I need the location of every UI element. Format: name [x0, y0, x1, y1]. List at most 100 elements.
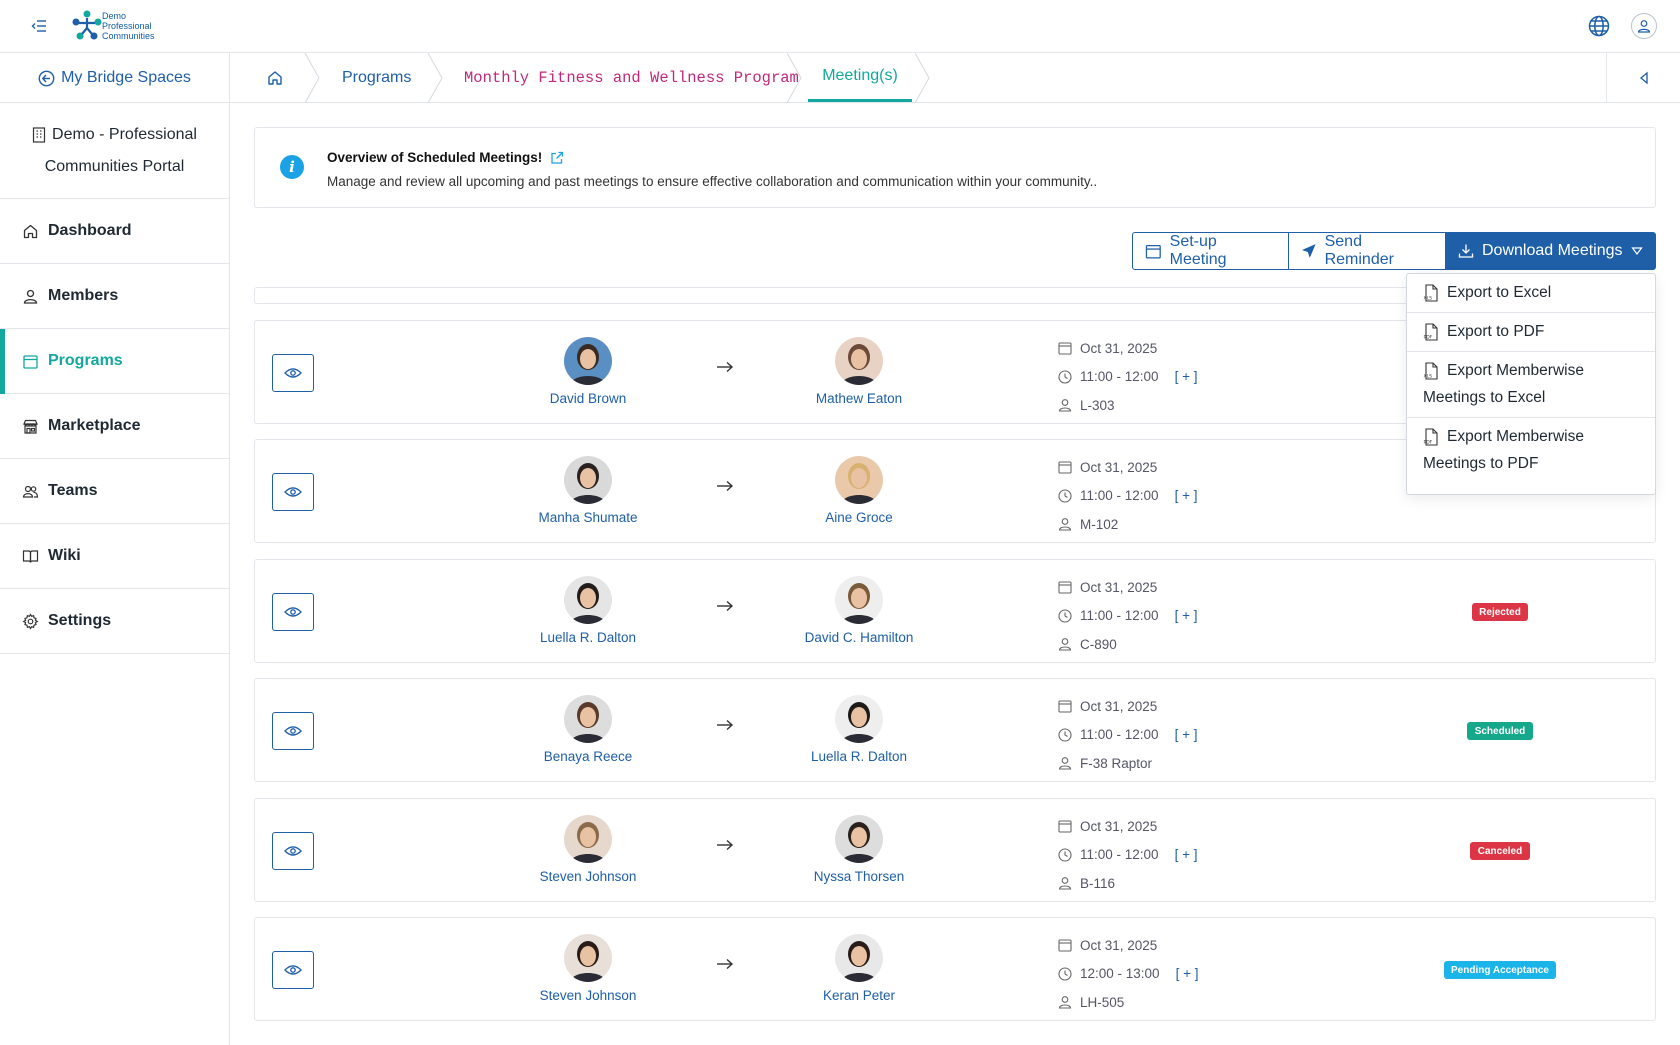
download-dropdown-menu: XLS Export to Excel PDF Export to PDF XLS E… — [1406, 273, 1656, 495]
meeting-actions: Set-up Meeting Send Reminder Download Me… — [1132, 232, 1656, 270]
export-memberwise-pdf-option[interactable]: PDF Export Memberwise Meetings to PDF — [1407, 418, 1655, 483]
sidebar-item-programs[interactable]: Programs — [0, 329, 229, 394]
guest-member[interactable]: Nyssa Thorsen — [769, 815, 949, 884]
host-member[interactable]: Steven Johnson — [498, 815, 678, 884]
host-name: Steven Johnson — [539, 869, 637, 884]
calendar-icon — [22, 353, 39, 370]
view-meeting-button[interactable] — [272, 593, 314, 631]
sidebar-item-teams[interactable]: Teams — [0, 459, 229, 524]
avatar — [564, 815, 612, 863]
info-icon: i — [280, 155, 304, 179]
language-globe-icon[interactable] — [1586, 13, 1612, 39]
host-member[interactable]: Luella R. Dalton — [498, 576, 678, 645]
breadcrumb: My Bridge Spaces Programs Monthly Fitnes… — [0, 53, 1680, 103]
meeting-row: Steven Johnson Keran Peter Oct 31, 2025 … — [254, 917, 1656, 1021]
meeting-row: Benaya Reece Luella R. Dalton Oct 31, 20… — [254, 678, 1656, 782]
guest-member[interactable]: Luella R. Dalton — [769, 695, 949, 764]
export-excel-option[interactable]: XLS Export to Excel — [1407, 274, 1655, 313]
top-bar: Demo Professional Communities — [0, 0, 1680, 53]
calendar-icon — [1145, 244, 1161, 259]
guest-member[interactable]: Aine Groce — [769, 456, 949, 525]
sidebar-item-marketplace[interactable]: Marketplace — [0, 394, 229, 459]
send-reminder-button[interactable]: Send Reminder — [1289, 232, 1446, 270]
setup-meeting-button[interactable]: Set-up Meeting — [1132, 232, 1289, 270]
guest-name: Mathew Eaton — [815, 391, 903, 406]
breadcrumb-home[interactable] — [266, 53, 290, 103]
calendar-icon — [1058, 938, 1072, 952]
add-time-link[interactable]: [ + ] — [1175, 727, 1198, 742]
svg-text:XLS: XLS — [1424, 296, 1433, 302]
view-meeting-button[interactable] — [272, 473, 314, 511]
breadcrumb-meetings[interactable]: Meeting(s) — [808, 53, 912, 102]
sidebar-item-label: Wiki — [48, 547, 81, 564]
host-name: Steven Johnson — [539, 988, 637, 1003]
meeting-time: 12:00 - 13:00 — [1080, 966, 1160, 982]
meeting-details: Oct 31, 2025 11:00 - 12:00 [ + ] C-890 — [1058, 573, 1197, 659]
breadcrumb-separator — [786, 53, 802, 103]
guest-member[interactable]: Mathew Eaton — [769, 337, 949, 406]
host-member[interactable]: Manha Shumate — [498, 456, 678, 525]
guest-name: David C. Hamilton — [804, 630, 914, 645]
sidebar-item-label: Dashboard — [48, 222, 132, 239]
user-icon — [22, 288, 39, 305]
collapse-panel-button[interactable] — [1606, 53, 1680, 103]
host-member[interactable]: David Brown — [498, 337, 678, 406]
user-icon — [1058, 756, 1072, 770]
view-meeting-button[interactable] — [272, 832, 314, 870]
sidebar-item-label: Members — [48, 287, 119, 304]
menu-toggle-icon[interactable] — [30, 16, 50, 36]
home-icon — [22, 223, 39, 240]
add-time-link[interactable]: [ + ] — [1175, 488, 1198, 503]
guest-member[interactable]: Keran Peter — [769, 934, 949, 1003]
sidebar-item-dashboard[interactable]: Dashboard — [0, 199, 229, 264]
meeting-time: 11:00 - 12:00 — [1080, 369, 1159, 385]
sidebar-item-label: Settings — [48, 612, 112, 629]
external-link-icon[interactable] — [550, 151, 564, 165]
arrow-right-icon — [717, 719, 734, 731]
export-pdf-option[interactable]: PDF Export to PDF — [1407, 313, 1655, 352]
meeting-row: Steven Johnson Nyssa Thorsen Oct 31, 202… — [254, 798, 1656, 902]
view-meeting-button[interactable] — [272, 712, 314, 750]
calendar-icon — [1058, 819, 1072, 833]
eye-icon — [284, 607, 302, 617]
logo-text: Demo Professional Communities — [102, 11, 155, 41]
breadcrumb-program-name[interactable]: Monthly Fitness and Wellness Program — [464, 53, 799, 103]
view-meeting-button[interactable] — [272, 951, 314, 989]
sidebar-item-members[interactable]: Members — [0, 264, 229, 329]
my-bridge-spaces-label: My Bridge Spaces — [61, 69, 191, 86]
sidebar-item-wiki[interactable]: Wiki — [0, 524, 229, 589]
eye-icon — [284, 965, 302, 975]
download-meetings-label: Download Meetings — [1482, 242, 1623, 259]
clock-icon — [1058, 728, 1072, 742]
add-time-link[interactable]: [ + ] — [1175, 608, 1198, 623]
breadcrumb-programs[interactable]: Programs — [342, 53, 411, 103]
sidebar: Demo - Professional Communities Portal D… — [0, 103, 230, 1045]
avatar — [835, 815, 883, 863]
meeting-row: Luella R. Dalton David C. Hamilton Oct 3… — [254, 559, 1656, 663]
eye-icon — [284, 487, 302, 497]
view-meeting-button[interactable] — [272, 354, 314, 392]
guest-name: Aine Groce — [825, 510, 893, 525]
my-bridge-spaces-link[interactable]: My Bridge Spaces — [0, 53, 230, 103]
add-time-link[interactable]: [ + ] — [1175, 847, 1198, 862]
user-icon — [1058, 398, 1072, 412]
app-logo[interactable]: Demo Professional Communities — [70, 8, 160, 44]
add-time-link[interactable]: [ + ] — [1175, 369, 1198, 384]
status-badge: Rejected — [1472, 603, 1528, 621]
caret-left-icon — [1639, 71, 1648, 85]
host-member[interactable]: Steven Johnson — [498, 934, 678, 1003]
user-icon — [1058, 995, 1072, 1009]
guest-member[interactable]: David C. Hamilton — [769, 576, 949, 645]
meeting-details: Oct 31, 2025 12:00 - 13:00 [ + ] LH-505 — [1058, 931, 1198, 1017]
user-profile-icon[interactable] — [1631, 13, 1657, 39]
sidebar-item-settings[interactable]: Settings — [0, 589, 229, 654]
download-meetings-button[interactable]: Download Meetings — [1446, 232, 1656, 270]
sidebar-item-label: Teams — [48, 482, 98, 499]
meeting-room: LH-505 — [1080, 994, 1125, 1010]
meeting-date: Oct 31, 2025 — [1080, 340, 1158, 356]
export-memberwise-excel-option[interactable]: XLS Export Memberwise Meetings to Excel — [1407, 352, 1655, 418]
host-member[interactable]: Benaya Reece — [498, 695, 678, 764]
user-icon — [1058, 637, 1072, 651]
calendar-icon — [1058, 699, 1072, 713]
add-time-link[interactable]: [ + ] — [1176, 966, 1199, 981]
